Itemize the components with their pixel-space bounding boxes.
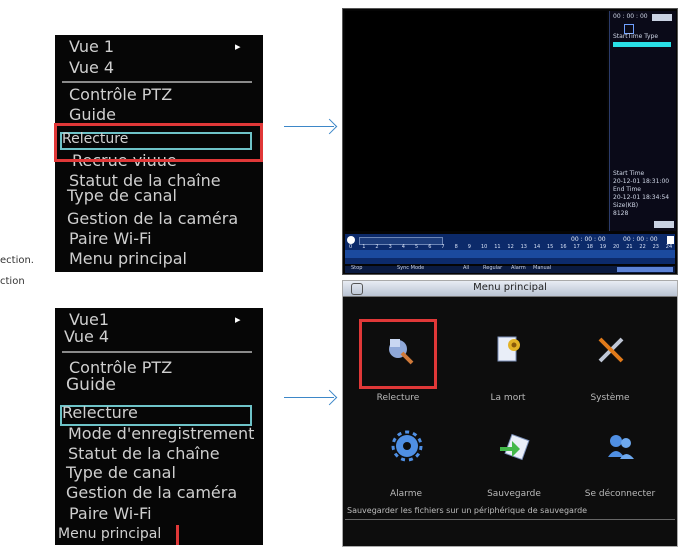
tile-label: Système xyxy=(590,393,630,403)
menu-tile-system[interactable]: Système xyxy=(565,333,655,403)
menu-tile-relecture[interactable]: Relecture xyxy=(353,333,443,403)
arrow-right-icon xyxy=(321,118,338,135)
arrow-right-icon xyxy=(321,389,338,406)
playback-sidebar: 00 : 00 : 00 StartTime Type Start Time 2… xyxy=(609,11,676,231)
main-menu-window: Menu principal Relecture La mort Système… xyxy=(342,280,678,547)
refresh-button[interactable] xyxy=(654,221,674,228)
time-readout-b: 00 : 00 : 00 xyxy=(623,236,658,243)
status-divider xyxy=(345,519,675,520)
menu-item-main-menu[interactable]: Menu principal xyxy=(69,251,187,267)
menu-item-guide[interactable]: Guide xyxy=(66,377,116,394)
logout-icon xyxy=(608,435,634,459)
list-header: StartTime Type xyxy=(613,33,659,40)
size-label: Size(KB) xyxy=(613,202,639,209)
side-text-1: ection. xyxy=(0,255,34,266)
end-time-value: 20-12-01 18:34:54 xyxy=(613,194,670,201)
menu-tile-logout[interactable]: Se déconnecter xyxy=(575,429,665,499)
menu-item-channel-type[interactable]: Type de canal xyxy=(67,188,177,204)
menu-tile-backup[interactable]: Sauvegarde xyxy=(469,429,559,499)
submenu-arrow-icon: ▸ xyxy=(235,40,241,53)
timeline[interactable]: 00 : 00 : 00 00 : 00 : 00 0 1 2 3 4 5 6 7 8 9 10 11… xyxy=(345,234,675,264)
start-time-label: Start Time xyxy=(613,170,645,177)
menu-item-channel-type[interactable]: Type de canal xyxy=(66,465,176,481)
filter-regular-label[interactable]: Regular xyxy=(483,265,502,272)
menu-separator xyxy=(62,351,252,353)
playback-icon xyxy=(389,339,414,365)
start-time-value: 20-12-01 18:31:00 xyxy=(613,178,670,185)
status-hint: Sauvegarder les fichiers sur un périphér… xyxy=(347,506,588,515)
menu-item-wifi-pair[interactable]: Paire Wi-Fi xyxy=(69,506,152,522)
submenu-arrow-icon: ▸ xyxy=(235,313,241,326)
menu-item-vue1[interactable]: Vue 1 xyxy=(69,39,114,55)
stop-label[interactable]: Stop xyxy=(351,265,362,272)
menu-item-guide[interactable]: Guide xyxy=(69,107,116,123)
tile-label: Relecture xyxy=(376,393,420,403)
play-button-icon[interactable] xyxy=(347,236,355,244)
menu-item-wifi-pair[interactable]: Paire Wi-Fi xyxy=(69,231,152,247)
menu-item-ptz[interactable]: Contrôle PTZ xyxy=(69,360,172,376)
tile-label: Alarme xyxy=(389,489,423,499)
highlight-red-box xyxy=(54,123,263,162)
filter-alarm-label[interactable]: Alarm xyxy=(511,265,526,272)
side-text-2: ction xyxy=(0,276,25,287)
menu-tile-alarm[interactable]: Alarme xyxy=(361,429,451,499)
size-value: 8128 xyxy=(613,210,629,217)
zoom-button[interactable] xyxy=(667,236,674,244)
menu-item-camera-management[interactable]: Gestion de la caméra xyxy=(67,211,238,227)
clock-readout: 00 : 00 : 00 xyxy=(613,13,648,20)
menu-item-channel-status[interactable]: Statut de la chaîne xyxy=(68,446,220,462)
menu-item-vue4[interactable]: Vue 4 xyxy=(69,60,114,76)
context-menu-bottom: Vue1 ▸ Vue 4 Contrôle PTZ Guide Relectur… xyxy=(55,308,263,545)
backup-icon xyxy=(500,433,530,461)
clock-button[interactable] xyxy=(652,14,672,21)
menu-item-record-mode[interactable]: Mode d'enregistrement xyxy=(68,426,254,442)
menu-item-relecture[interactable]: Relecture xyxy=(62,405,138,421)
menu-item-vue4[interactable]: Vue 4 xyxy=(64,329,109,345)
window-title: Menu principal xyxy=(473,282,547,293)
playback-window: 00 : 00 : 00 StartTime Type Start Time 2… xyxy=(342,8,678,275)
file-list-row-selected[interactable] xyxy=(613,42,671,47)
record-icon xyxy=(497,336,520,362)
tile-label: Sauvegarde xyxy=(487,489,541,499)
gear-icon xyxy=(391,430,423,462)
video-area[interactable] xyxy=(345,11,607,231)
sync-mode-label[interactable]: Sync Mode xyxy=(397,265,424,272)
end-time-label: End Time xyxy=(613,186,641,193)
filter-all-label[interactable]: All xyxy=(463,265,469,272)
tile-label: Se déconnecter xyxy=(584,489,656,499)
timeline-bar[interactable] xyxy=(345,250,675,258)
title-bar: Menu principal xyxy=(343,281,677,297)
playback-bottom-bar: Stop Sync Mode All Regular Alarm Manual xyxy=(345,265,675,273)
filter-manual-label[interactable]: Manual xyxy=(533,265,551,272)
tools-icon xyxy=(598,337,624,363)
menu-item-camera-management[interactable]: Gestion de la caméra xyxy=(66,485,237,501)
tile-label: La mort xyxy=(490,393,526,403)
menu-item-vue1[interactable]: Vue1 xyxy=(69,312,109,328)
menu-separator xyxy=(62,81,252,83)
menu-tile-record[interactable]: La mort xyxy=(463,333,553,403)
red-marker xyxy=(176,525,179,545)
menu-item-main-menu[interactable]: Menu principal xyxy=(58,527,161,541)
time-readout-a: 00 : 00 : 00 xyxy=(571,236,606,243)
channel-buttons[interactable] xyxy=(617,267,673,272)
menu-item-ptz[interactable]: Contrôle PTZ xyxy=(69,87,172,103)
